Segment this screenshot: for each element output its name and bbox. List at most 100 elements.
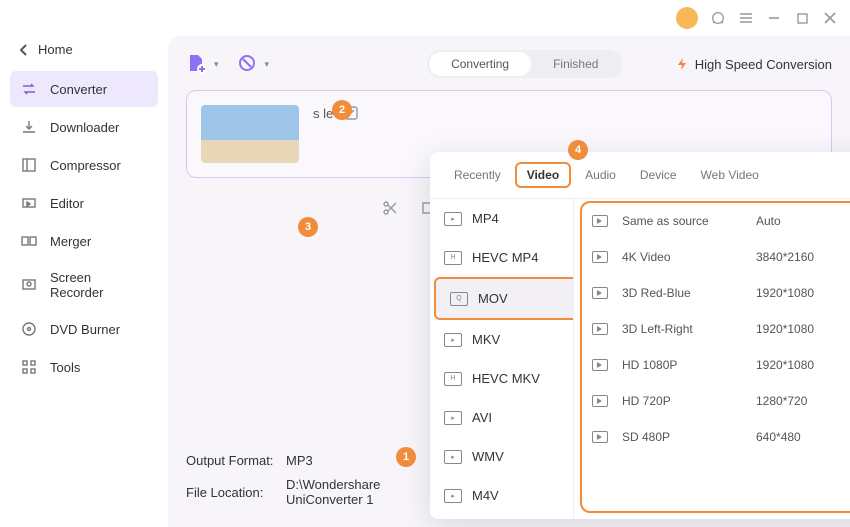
format-wmv[interactable]: ▸WMV (430, 437, 573, 476)
sidebar-item-tools[interactable]: Tools (10, 349, 158, 385)
sidebar-item-downloader[interactable]: Downloader (10, 109, 158, 145)
format-hevc-mkv[interactable]: HHEVC MKV (430, 359, 573, 398)
chevron-down-icon[interactable]: ▾ (214, 59, 219, 70)
sidebar-item-screen-recorder[interactable]: Screen Recorder (10, 261, 158, 309)
output-format-label: Output Format: (186, 453, 276, 468)
format-label: MKV (472, 332, 500, 347)
video-icon (592, 395, 608, 407)
lightning-icon (675, 57, 689, 71)
video-icon (592, 287, 608, 299)
editor-icon (20, 194, 38, 212)
res-dim: 1920*1080 (756, 358, 850, 372)
tab-web-video[interactable]: Web Video (691, 164, 769, 186)
resolution-item[interactable]: 3D Red-Blue1920*1080 (574, 275, 850, 311)
step-badge-2: 2 (332, 100, 352, 120)
format-label: MOV (478, 291, 508, 306)
menu-icon[interactable] (738, 10, 754, 26)
tab-finished[interactable]: Finished (531, 52, 620, 76)
video-icon (592, 359, 608, 371)
sidebar-label: DVD Burner (50, 322, 120, 337)
video-icon (592, 431, 608, 443)
res-dim: 3840*2160 (756, 250, 850, 264)
trim-icon[interactable] (382, 200, 398, 216)
resolution-item[interactable]: HD 1080P1920*1080 (574, 347, 850, 383)
dvd-icon (20, 320, 38, 338)
format-avi[interactable]: ▸ AVI (430, 398, 573, 437)
maximize-icon[interactable] (794, 10, 810, 26)
resolution-item[interactable]: 3D Left-Right 1920*1080 (574, 311, 850, 347)
res-name: HD 720P (622, 394, 742, 408)
tab-converting[interactable]: Converting (429, 52, 531, 76)
sidebar-label: Merger (50, 234, 91, 249)
output-format-value[interactable]: MP3 (286, 453, 446, 468)
tab-audio[interactable]: Audio (575, 164, 626, 186)
format-list: ▸MP4 HHEVC MP4 QMOV ▸MKV HHEVC MKV ▸AVI … (430, 199, 574, 519)
sidebar-item-editor[interactable]: Editor (10, 185, 158, 221)
res-dim: 1920*1080 (756, 322, 850, 336)
res-dim: Auto (756, 214, 850, 228)
video-icon (592, 215, 608, 227)
video-thumbnail[interactable] (201, 105, 299, 163)
format-label: HEVC MP4 (472, 250, 538, 265)
sidebar-item-merger[interactable]: Merger (10, 223, 158, 259)
step-badge-4: 4 (568, 140, 588, 160)
format-mov[interactable]: Q MOV (434, 277, 574, 320)
home-label: Home (38, 42, 73, 57)
format-icon: ▸ (444, 411, 462, 425)
sidebar-label: Editor (50, 196, 84, 211)
sidebar-item-converter[interactable]: Converter (10, 71, 158, 107)
support-icon[interactable] (710, 10, 726, 26)
sidebar-item-dvd-burner[interactable]: DVD Burner (10, 311, 158, 347)
format-icon: ▸ (444, 333, 462, 347)
res-dim: 1920*1080 (756, 286, 850, 300)
compressor-icon (20, 156, 38, 174)
high-speed-label: High Speed Conversion (695, 57, 832, 72)
resolution-item[interactable]: Same as sourceAuto (574, 203, 850, 239)
main-panel: ▾ ▾ Converting Finished High Speed Conve… (168, 36, 850, 527)
format-m4v[interactable]: ▸M4V (430, 476, 573, 515)
converter-icon (20, 80, 38, 98)
format-label: MP4 (472, 211, 499, 226)
step-badge-3: 3 (298, 217, 318, 237)
tab-recently[interactable]: Recently (444, 164, 511, 186)
resolution-item[interactable]: SD 480P 640*480 (574, 419, 850, 455)
video-icon (592, 251, 608, 263)
format-label: HEVC MKV (472, 371, 540, 386)
format-icon: Q (450, 292, 468, 306)
add-file-icon[interactable] (186, 53, 208, 75)
resolution-list: Same as sourceAuto 4K Video 3840*2160 3D … (574, 199, 850, 519)
tab-video[interactable]: Video (515, 162, 571, 188)
res-dim: 1280*720 (756, 394, 850, 408)
resolution-item[interactable]: HD 720P 1280*720 (574, 383, 850, 419)
format-mp4[interactable]: ▸MP4 (430, 199, 573, 238)
recorder-icon (20, 276, 38, 294)
sidebar: Home Converter Downloader Compressor Edi… (0, 36, 168, 527)
res-dim: 640*480 (756, 430, 850, 444)
file-title: s le (313, 106, 333, 121)
format-hevc-mp4[interactable]: HHEVC MP4 (430, 238, 573, 277)
sidebar-label: Converter (50, 82, 107, 97)
format-icon: ▸ (444, 489, 462, 503)
res-name: 3D Left-Right (622, 322, 742, 336)
resolution-item[interactable]: 4K Video 3840*2160 (574, 239, 850, 275)
high-speed-toggle[interactable]: High Speed Conversion (675, 57, 832, 72)
minimize-icon[interactable] (766, 10, 782, 26)
download-icon (20, 118, 38, 136)
tab-device[interactable]: Device (630, 164, 687, 186)
res-name: 4K Video (622, 250, 742, 264)
format-mkv[interactable]: ▸ MKV (430, 320, 573, 359)
format-dropdown: Recently Video Audio Device Web Video Se… (430, 152, 850, 519)
file-location-value[interactable]: D:\Wondershare UniConverter 1 (286, 477, 446, 507)
res-name: SD 480P (622, 430, 742, 444)
merger-icon (20, 232, 38, 250)
sidebar-label: Tools (50, 360, 80, 375)
add-url-icon[interactable] (237, 53, 259, 75)
back-home[interactable]: Home (10, 36, 158, 63)
format-label: AVI (472, 410, 492, 425)
video-icon (592, 323, 608, 335)
step-badge-1: 1 (396, 447, 416, 467)
sidebar-item-compressor[interactable]: Compressor (10, 147, 158, 183)
chevron-down-icon[interactable]: ▾ (265, 59, 270, 70)
user-avatar[interactable] (676, 7, 698, 29)
close-icon[interactable] (822, 10, 838, 26)
